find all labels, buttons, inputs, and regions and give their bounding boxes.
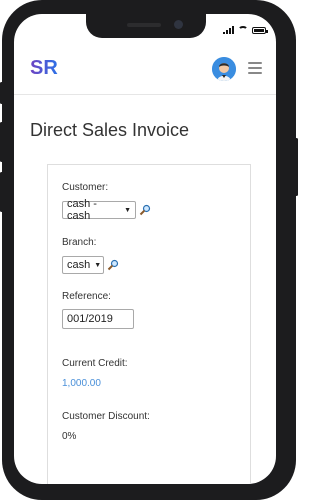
notch xyxy=(86,14,206,38)
signal-icon xyxy=(223,26,234,34)
customer-select-value: cash - cash xyxy=(67,198,97,222)
branch-select-value: cash xyxy=(67,259,91,271)
battery-icon xyxy=(252,26,268,34)
branch-label: Branch: xyxy=(62,237,97,248)
page-title: Direct Sales Invoice xyxy=(30,120,190,140)
customer-select[interactable]: cash - cash ▼ xyxy=(62,198,136,222)
phone-side-button xyxy=(0,172,3,212)
phone-side-button xyxy=(0,82,3,104)
current-credit-value: 1,000.00 xyxy=(62,378,101,389)
app-header: SR xyxy=(14,52,276,95)
phone-side-button xyxy=(0,122,3,162)
search-icon[interactable] xyxy=(139,204,151,216)
phone-side-button xyxy=(295,138,298,196)
chevron-down-icon: ▼ xyxy=(124,206,131,214)
customer-discount-label: Customer Discount: xyxy=(62,411,150,422)
app-logo[interactable]: SR xyxy=(30,57,58,80)
phone-screen: SR Direct Sales Invoice Customer: cash -… xyxy=(14,14,276,484)
reference-label: Reference: xyxy=(62,291,111,302)
search-icon[interactable] xyxy=(107,259,119,271)
speaker xyxy=(127,23,161,27)
status-bar xyxy=(223,26,268,34)
user-avatar-icon[interactable] xyxy=(212,57,236,81)
customer-discount-value: 0% xyxy=(62,431,77,442)
customer-label: Customer: xyxy=(62,182,109,193)
current-credit-label: Current Credit: xyxy=(62,358,128,369)
wifi-icon xyxy=(238,26,248,34)
reference-input[interactable]: 001/2019 xyxy=(62,309,134,329)
camera xyxy=(174,20,183,29)
branch-select[interactable]: cash ▼ xyxy=(62,256,104,274)
chevron-down-icon: ▼ xyxy=(94,261,102,269)
invoice-form: Customer: cash - cash ▼ Branch: cash ▼ R… xyxy=(47,164,251,484)
hamburger-menu-icon[interactable] xyxy=(248,62,262,74)
